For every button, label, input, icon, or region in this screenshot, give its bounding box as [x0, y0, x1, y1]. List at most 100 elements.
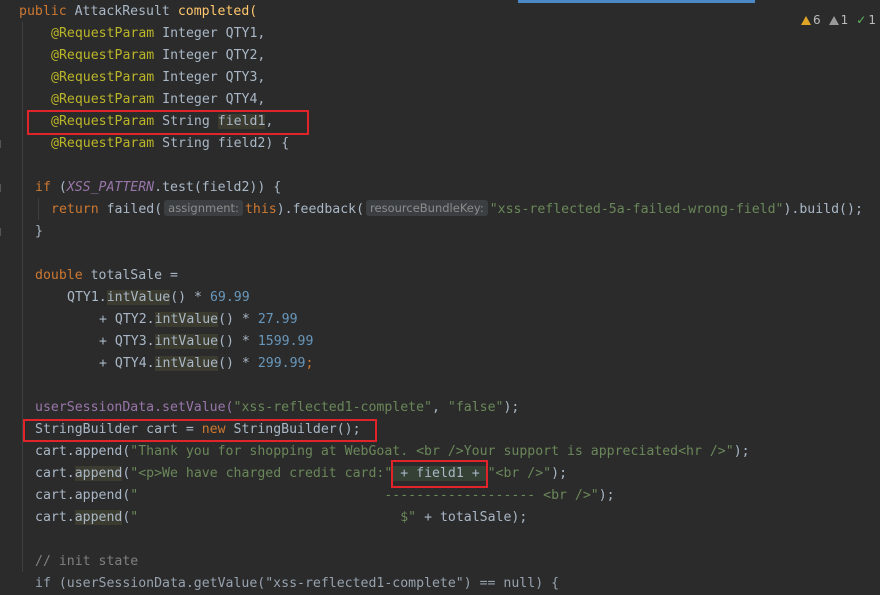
code-text: userSessionData.setValue(	[35, 400, 234, 415]
code-text: Integer QTY2,	[154, 48, 266, 63]
code-line[interactable]: QTY1.intValue() * 69.99	[67, 287, 250, 309]
code-text: cart.	[35, 466, 75, 481]
annotation: @RequestParam	[51, 70, 155, 85]
string-literal: " $"	[130, 510, 417, 525]
code-line[interactable]: + QTY3.intValue() * 1599.99	[99, 331, 313, 353]
code-text: );	[598, 488, 615, 503]
string-literal: "xss-reflected-5a-failed-wrong-field"	[489, 202, 784, 217]
annotation: @RequestParam	[51, 26, 155, 41]
code-text: );	[503, 400, 520, 415]
code-text: () *	[218, 312, 258, 327]
fold-marker-icon[interactable]	[0, 184, 5, 192]
code-text: failed(	[98, 202, 163, 217]
code-text: ,	[432, 400, 448, 415]
weak-warnings-count-label: 1	[840, 13, 849, 27]
code-editor[interactable]: { "editor": { "lines": { "l1": {"kw":"pu…	[0, 0, 880, 591]
type-name: AttackResult	[74, 4, 170, 19]
check-icon: ✓	[856, 13, 867, 27]
code-line[interactable]: cart.append(" $" + totalSale);	[35, 507, 527, 529]
code-text: }	[35, 224, 43, 239]
fold-marker-icon[interactable]	[0, 228, 5, 236]
number-literal: 69.99	[209, 290, 250, 305]
editor-tab-indicator	[518, 0, 755, 3]
code-text: Integer QTY3,	[154, 70, 266, 85]
code-text: + QTY3.	[99, 334, 155, 349]
code-text: cart.append(	[35, 444, 131, 459]
code-line[interactable]: public AttackResult completed(	[19, 1, 257, 23]
code-line[interactable]: }	[35, 221, 43, 243]
code-line[interactable]: @RequestParam Integer QTY4,	[51, 89, 265, 111]
code-text: () *	[218, 334, 258, 349]
code-text: QTY1.	[67, 290, 107, 305]
code-line[interactable]: userSessionData.setValue("xss-reflected1…	[35, 397, 519, 419]
editor-gutter[interactable]	[0, 0, 14, 580]
comment: // init state	[35, 554, 139, 569]
ok-count-label: 1	[868, 13, 876, 27]
method-call: intValue	[154, 356, 219, 371]
code-line[interactable]: + QTY4.intValue() * 299.99;	[99, 353, 313, 375]
number-literal: 1599.99	[257, 334, 314, 349]
number-literal: 27.99	[257, 312, 298, 327]
method-call: intValue	[154, 312, 219, 327]
static-field: XSS_PATTERN	[66, 180, 155, 195]
annotation: @RequestParam	[51, 136, 155, 151]
code-text: () *	[218, 356, 258, 371]
method-name: completed(	[177, 4, 258, 19]
code-line[interactable]: @RequestParam String field2) {	[51, 133, 289, 155]
code-text: );	[551, 466, 568, 481]
code-text: cart.append(	[35, 488, 131, 503]
parameter-hint: resourceBundleKey:	[366, 200, 488, 216]
code-text: (	[50, 180, 67, 195]
code-text: totalSale =	[82, 268, 178, 283]
code-line[interactable]: if (userSessionData.getValue("xss-reflec…	[35, 573, 559, 595]
code-text: if (userSessionData.getValue("xss-reflec…	[35, 576, 560, 591]
string-literal: "false"	[447, 400, 504, 415]
string-literal: " ------------------- <br />"	[130, 488, 599, 503]
keyword: this	[244, 202, 277, 217]
warning-icon	[801, 15, 812, 25]
code-text: );	[733, 444, 750, 459]
indent-guide	[22, 22, 23, 572]
annotation: @RequestParam	[51, 48, 155, 63]
code-text: ).build();	[783, 202, 863, 217]
code-text: cart.	[35, 510, 75, 525]
keyword: if	[35, 180, 51, 195]
code-line[interactable]: return failed(assignment: this).feedback(…	[51, 199, 863, 221]
weak-warnings-count[interactable]: 1	[828, 13, 849, 27]
string-literal: "<p>We have charged credit card:"	[130, 466, 393, 481]
warnings-count[interactable]: 6	[801, 13, 821, 27]
inspection-widget[interactable]: 6 1 ✓ 1	[801, 12, 880, 28]
keyword: public	[19, 4, 67, 19]
ok-count[interactable]: ✓ 1	[856, 13, 876, 27]
parameter-hint: assignment:	[164, 200, 243, 216]
code-text: ;	[305, 356, 314, 371]
code-line[interactable]: @RequestParam Integer QTY2,	[51, 45, 265, 67]
code-text: () *	[170, 290, 210, 305]
method-call: append	[74, 510, 123, 525]
code-line[interactable]: cart.append(" ------------------- <br />…	[35, 485, 615, 507]
highlight-box	[23, 419, 377, 442]
code-text: String field2) {	[154, 136, 290, 151]
code-line[interactable]: double totalSale =	[35, 265, 178, 287]
highlight-box	[391, 460, 488, 488]
keyword: return	[51, 202, 99, 217]
code-line[interactable]: @RequestParam Integer QTY3,	[51, 67, 265, 89]
code-text: Integer QTY4,	[154, 92, 266, 107]
code-text: + QTY2.	[99, 312, 155, 327]
warnings-count-label: 6	[813, 13, 821, 27]
weak-warning-icon	[828, 15, 839, 25]
code-line[interactable]: if (XSS_PATTERN.test(field2)) {	[35, 177, 281, 199]
indent-guide	[38, 198, 39, 220]
fold-marker-icon[interactable]	[0, 140, 5, 148]
string-literal: "Thank you for shopping at WebGoat. <br …	[130, 444, 734, 459]
code-line[interactable]: + QTY2.intValue() * 27.99	[99, 309, 298, 331]
string-literal: "<br />"	[487, 466, 552, 481]
method-call: intValue	[154, 334, 219, 349]
annotation: @RequestParam	[51, 92, 155, 107]
code-line[interactable]: // init state	[35, 551, 138, 573]
code-text: + totalSale);	[416, 510, 528, 525]
code-line[interactable]: @RequestParam Integer QTY1,	[51, 23, 265, 45]
keyword: double	[35, 268, 83, 283]
code-text: ).feedback(	[276, 202, 365, 217]
code-text: Integer QTY1,	[154, 26, 266, 41]
